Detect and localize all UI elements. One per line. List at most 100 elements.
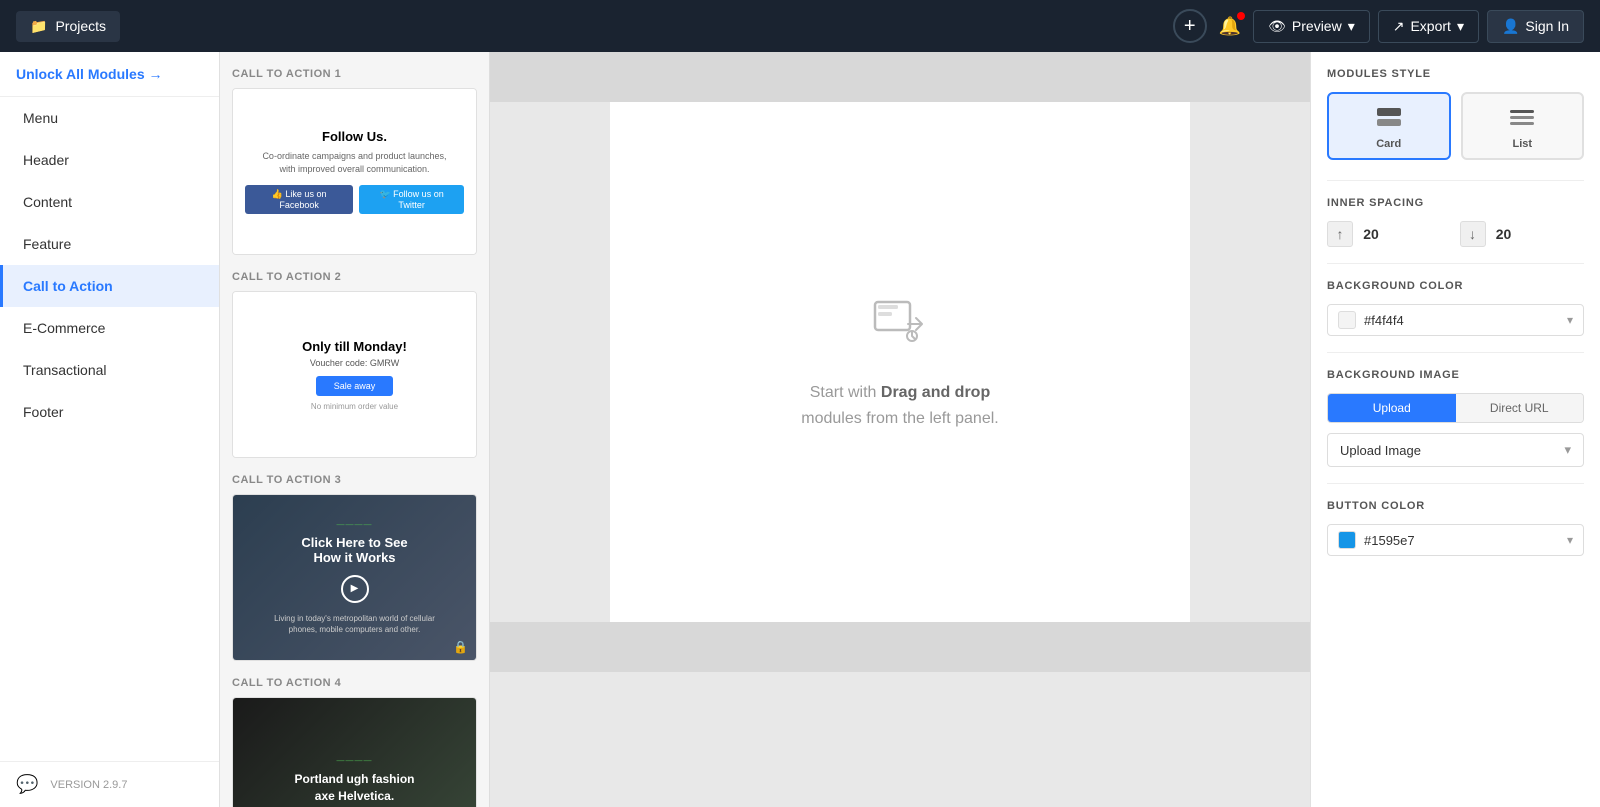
style-option-list[interactable]: List (1461, 92, 1585, 160)
cta1-twitter-btn[interactable]: 🐦 Follow us on Twitter (359, 185, 464, 214)
bg-color-picker[interactable]: #f4f4f4 ▾ (1327, 304, 1584, 336)
upload-image-label: Upload Image (1340, 443, 1421, 458)
upload-tabs: Upload Direct URL (1327, 393, 1584, 423)
divider-1 (1327, 180, 1584, 181)
cta1-title: Follow Us. (245, 129, 464, 144)
style-options: Card List (1327, 92, 1584, 160)
bg-image-title: BACKGROUND IMAGE (1327, 369, 1584, 381)
preview-button[interactable]: 👁 Preview ▾ (1253, 10, 1370, 43)
list-icon (1508, 106, 1536, 134)
sidebar-item-header[interactable]: Header (0, 139, 219, 181)
unlock-all-modules[interactable]: Unlock All Modules → (0, 52, 219, 97)
cta2-module-card[interactable]: Only till Monday! Voucher code: GMRW Sal… (232, 291, 477, 458)
direct-url-tab[interactable]: Direct URL (1456, 394, 1584, 422)
bg-color-value: #f4f4f4 (1364, 313, 1559, 328)
cta1-preview: Follow Us. Co-ordinate campaigns and pro… (233, 89, 476, 254)
right-panel: MODULES STYLE Card List INNER SPACING ↑ … (1310, 52, 1600, 807)
cta3-title: Click Here to SeeHow it Works (301, 535, 407, 565)
sidebar-item-menu[interactable]: Menu (0, 97, 219, 139)
cta4-module-card[interactable]: ———— Portland ugh fashionaxe Helvetica. (232, 697, 477, 807)
bg-image-section: BACKGROUND IMAGE Upload Direct URL Uploa… (1327, 369, 1584, 467)
cta3-label: ———— (337, 520, 373, 529)
canvas-area: Start with Drag and dropmodules from the… (490, 52, 1310, 807)
export-button[interactable]: ↗ Export ▾ (1378, 10, 1479, 43)
button-color-title: BUTTON COLOR (1327, 500, 1584, 512)
bg-color-title: BACKGROUND COLOR (1327, 280, 1584, 292)
sidebar-item-content[interactable]: Content (0, 181, 219, 223)
sidebar-item-feature[interactable]: Feature (0, 223, 219, 265)
sidebar-item-ecommerce[interactable]: E-Commerce (0, 307, 219, 349)
cta1-module-card[interactable]: Follow Us. Co-ordinate campaigns and pro… (232, 88, 477, 255)
cta1-section-label: Call to Action 1 (232, 68, 477, 80)
spacing-down-btn[interactable]: ↓ (1460, 221, 1486, 247)
drag-drop-text: Start with Drag and dropmodules from the… (801, 380, 998, 431)
nav-right: + 🔔 👁 Preview ▾ ↗ Export ▾ 👤 Sign In (1173, 9, 1584, 43)
inner-spacing-row: ↑ 20 ↓ 20 (1327, 221, 1584, 247)
upload-image-button[interactable]: Upload Image ▾ (1327, 433, 1584, 467)
signin-button[interactable]: 👤 Sign In (1487, 10, 1584, 43)
cta3-section-label: Call to Action 3 (232, 474, 477, 486)
spacing-right-control: ↓ 20 (1460, 221, 1585, 247)
cta1-buttons: 👍 Like us on Facebook 🐦 Follow us on Twi… (245, 185, 464, 214)
preview-label: Preview (1292, 18, 1342, 34)
divider-4 (1327, 483, 1584, 484)
cta2-note: No minimum order value (245, 402, 464, 411)
sidebar-item-footer[interactable]: Footer (0, 391, 219, 433)
notification-button[interactable]: 🔔 (1215, 12, 1245, 41)
cta2-preview: Only till Monday! Voucher code: GMRW Sal… (233, 292, 476, 457)
cta3-preview: ———— Click Here to SeeHow it Works ▶ Liv… (233, 495, 476, 660)
canvas-content: Start with Drag and dropmodules from the… (610, 102, 1190, 622)
folder-icon: 📁 (30, 18, 47, 35)
cta2-title: Only till Monday! (245, 339, 464, 354)
spacing-up-btn[interactable]: ↑ (1327, 221, 1353, 247)
cta1-inner: Follow Us. Co-ordinate campaigns and pro… (245, 129, 464, 214)
chevron-down-icon: ▾ (1348, 18, 1355, 35)
cta1-subtitle: Co-ordinate campaigns and product launch… (245, 150, 464, 175)
cta3-module-card[interactable]: ———— Click Here to SeeHow it Works ▶ Liv… (232, 494, 477, 661)
nav-left: 📁 Projects (16, 11, 120, 42)
cta3-play-icon[interactable]: ▶ (341, 575, 369, 603)
add-button[interactable]: + (1173, 9, 1207, 43)
chat-icon[interactable]: 💬 (16, 774, 38, 795)
module-list-panel: Call to Action 1 Follow Us. Co-ordinate … (220, 52, 490, 807)
sidebar-item-transactional[interactable]: Transactional (0, 349, 219, 391)
cta1-facebook-btn[interactable]: 👍 Like us on Facebook (245, 185, 353, 214)
spacing-left-value: 20 (1357, 226, 1385, 242)
cta4-preview: ———— Portland ugh fashionaxe Helvetica. (233, 698, 476, 807)
eye-icon: 👁 (1268, 18, 1286, 35)
spacing-right-value: 20 (1490, 226, 1518, 242)
drag-drop-area: Start with Drag and dropmodules from the… (761, 212, 1038, 511)
cta2-section-label: Call to Action 2 (232, 271, 477, 283)
button-color-swatch (1338, 531, 1356, 549)
cta4-title: Portland ugh fashionaxe Helvetica. (295, 771, 415, 805)
bg-color-chevron-icon: ▾ (1567, 313, 1573, 327)
cta2-inner: Only till Monday! Voucher code: GMRW Sal… (245, 339, 464, 411)
card-icon (1375, 106, 1403, 134)
projects-button[interactable]: 📁 Projects (16, 11, 120, 42)
upload-tab[interactable]: Upload (1328, 394, 1456, 422)
card-label: Card (1376, 138, 1401, 150)
main-layout: Unlock All Modules → Menu Header Content… (0, 52, 1600, 807)
style-option-card[interactable]: Card (1327, 92, 1451, 160)
cta4-inner: ———— Portland ugh fashionaxe Helvetica. (233, 698, 476, 807)
user-icon: 👤 (1502, 18, 1519, 35)
canvas-top-bar (490, 52, 1310, 102)
chevron-down-icon-export: ▾ (1457, 18, 1464, 35)
cta3-inner: ———— Click Here to SeeHow it Works ▶ Liv… (233, 495, 476, 660)
sidebar: Unlock All Modules → Menu Header Content… (0, 52, 220, 807)
bg-color-swatch (1338, 311, 1356, 329)
sidebar-item-call-to-action[interactable]: Call to Action (0, 265, 219, 307)
drag-drop-icon (870, 292, 930, 364)
button-color-picker[interactable]: #1595e7 ▾ (1327, 524, 1584, 556)
modules-style-title: MODULES STYLE (1327, 68, 1584, 80)
cta2-sale-btn[interactable]: Sale away (316, 376, 394, 396)
cta4-section-label: Call to Action 4 (232, 677, 477, 689)
sidebar-nav: Menu Header Content Feature Call to Acti… (0, 97, 219, 761)
canvas-bottom-bar (490, 622, 1310, 672)
button-color-chevron-icon: ▾ (1567, 533, 1573, 547)
spacing-left-control: ↑ 20 (1327, 221, 1452, 247)
cta4-label: ———— (337, 756, 373, 765)
export-label: Export (1410, 18, 1450, 34)
cta3-subtitle: Living in today's metropolitan world of … (274, 613, 435, 635)
signin-label: Sign In (1525, 18, 1569, 34)
